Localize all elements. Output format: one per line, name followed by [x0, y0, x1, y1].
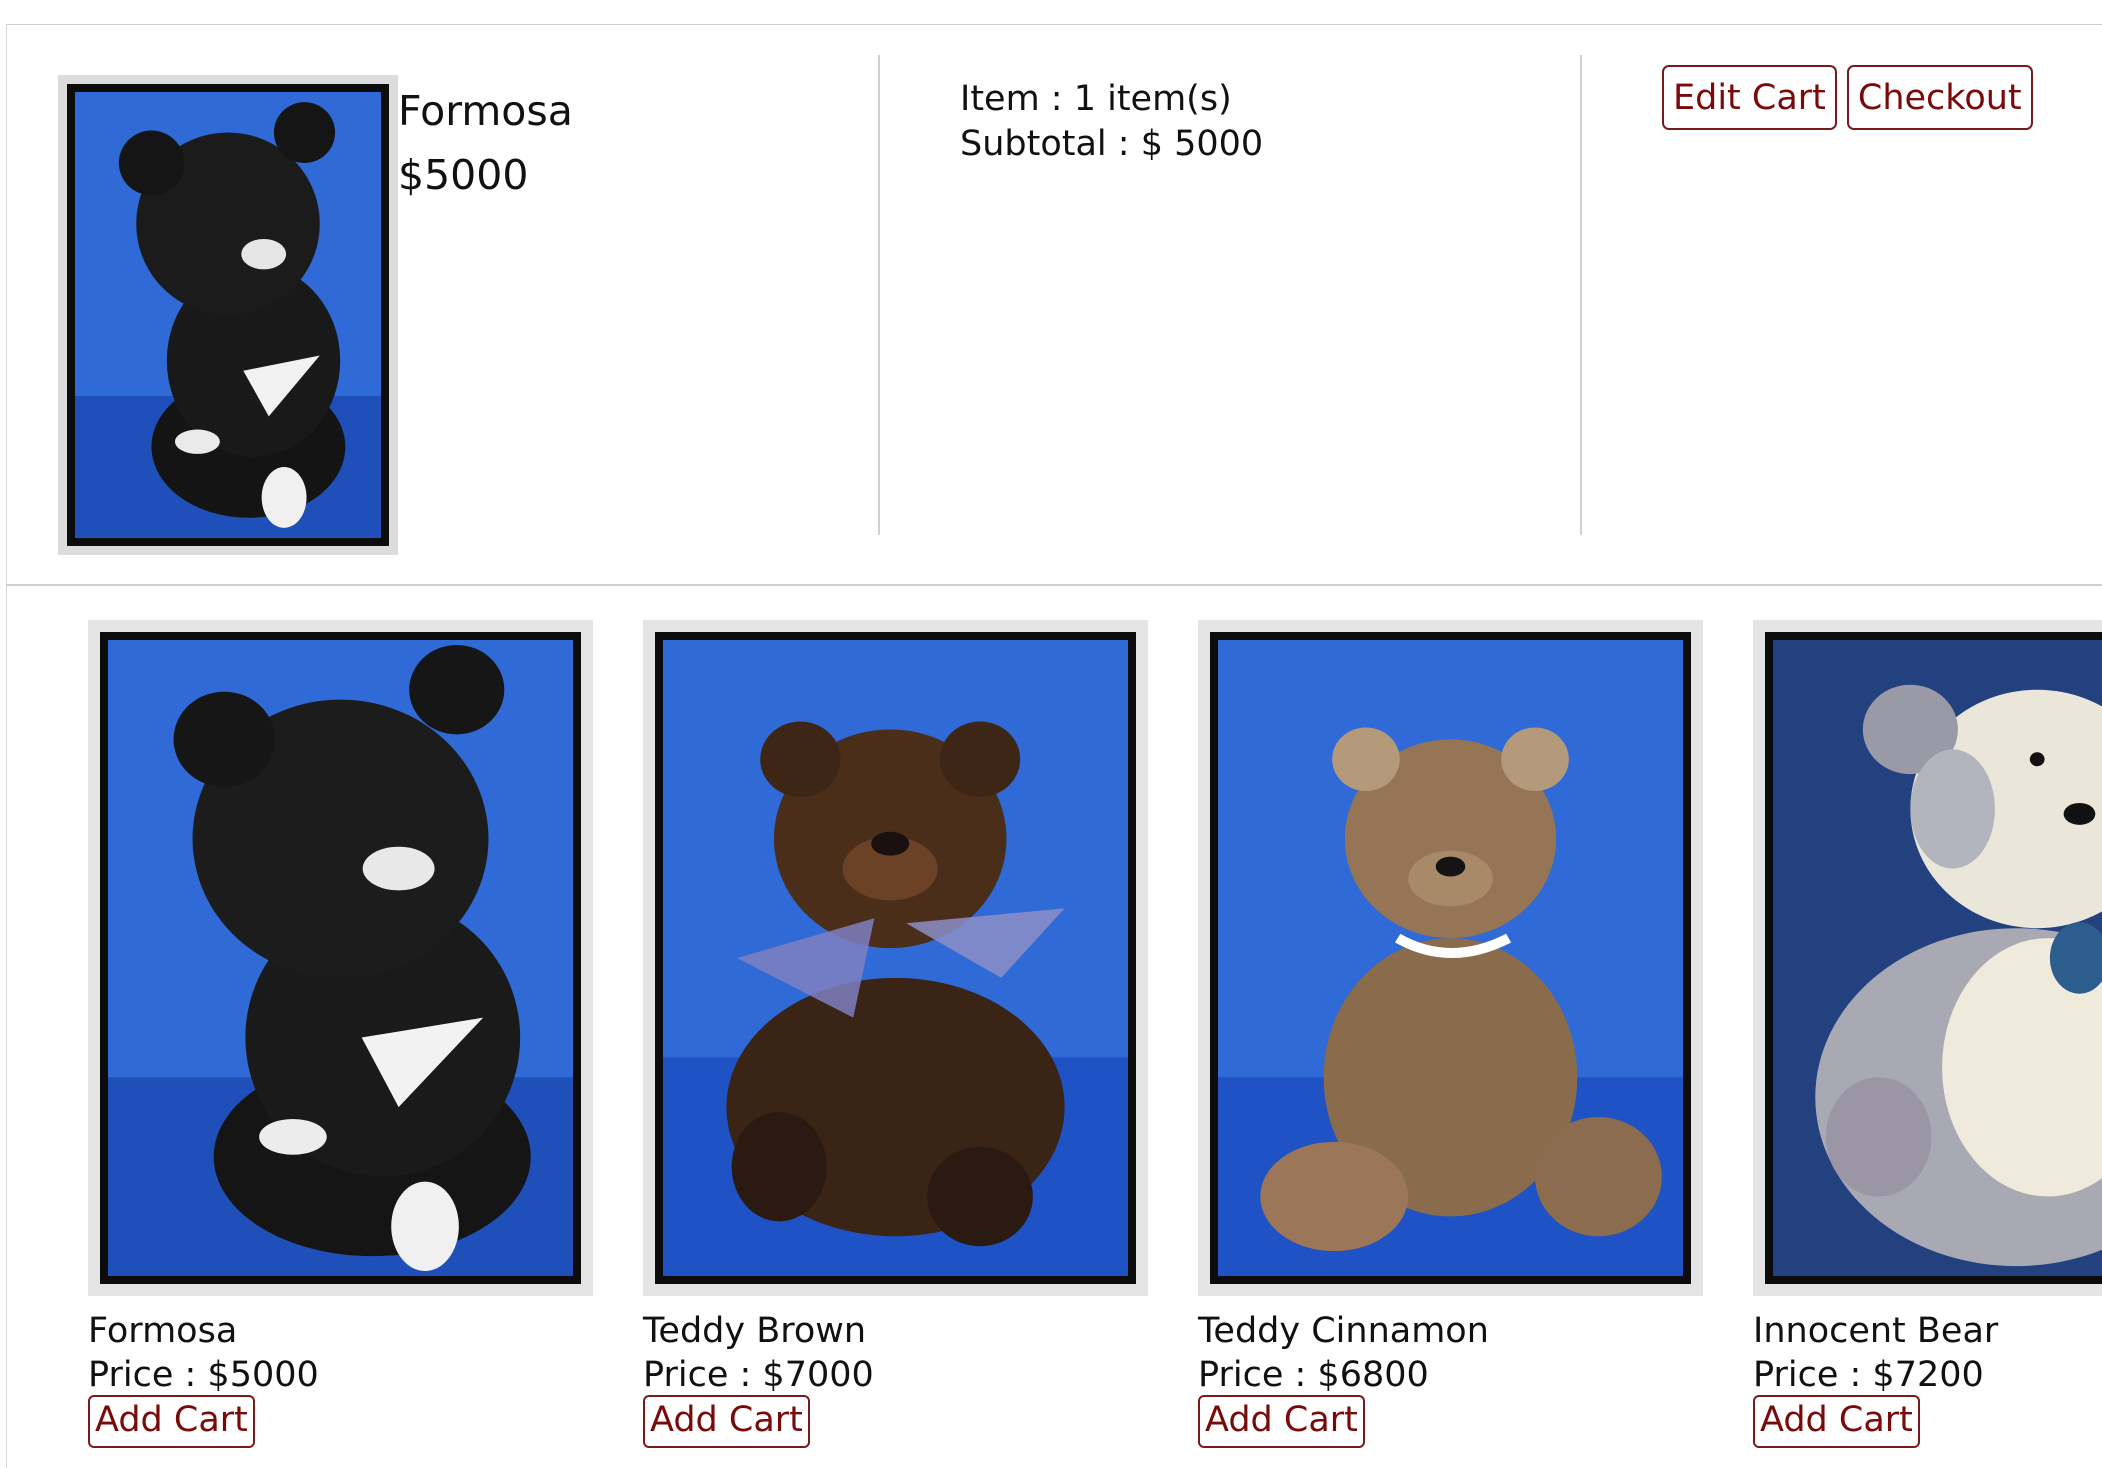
- column-divider: [1580, 55, 1582, 535]
- cart-actions: Edit Cart Checkout: [1662, 65, 2033, 130]
- photo-frame: [655, 632, 1136, 1284]
- product-card: Innocent Bear Price : $7200 Add Cart: [1753, 620, 2102, 1448]
- brown-bear-image: [663, 640, 1128, 1276]
- product-name[interactable]: Innocent Bear: [1753, 1309, 2102, 1353]
- grey-bear-image: [1773, 640, 2102, 1276]
- product-card: Formosa Price : $5000 Add Cart: [88, 620, 593, 1448]
- product-name[interactable]: Teddy Cinnamon: [1198, 1309, 1703, 1353]
- product-card: Teddy Brown Price : $7000 Add Cart: [643, 620, 1148, 1448]
- product-card: Teddy Cinnamon Price : $6800 Add Cart: [1198, 620, 1703, 1448]
- product-image[interactable]: [1753, 620, 2102, 1296]
- add-cart-button[interactable]: Add Cart: [1198, 1395, 1365, 1448]
- cart-product-name[interactable]: Formosa: [398, 87, 573, 135]
- product-price: Price : $7000: [643, 1355, 874, 1395]
- section-divider: [6, 584, 2102, 586]
- product-grid: Formosa Price : $5000 Add Cart Teddy Bro…: [0, 620, 2102, 1468]
- product-image[interactable]: [643, 620, 1148, 1296]
- edit-cart-button[interactable]: Edit Cart: [1662, 65, 1837, 130]
- product-price: Price : $6800: [1198, 1355, 1429, 1395]
- cart-totals: Item : 1 item(s) Subtotal : $ 5000: [960, 77, 1263, 167]
- tan-bear-image: [1218, 640, 1683, 1276]
- product-name[interactable]: Teddy Brown: [643, 1309, 1148, 1353]
- cart-product-price: $5000: [398, 151, 529, 199]
- cart-subtotal: Subtotal : $ 5000: [960, 124, 1264, 164]
- cart-item-count: Item : 1 item(s): [960, 79, 1232, 119]
- photo-frame: [1210, 632, 1691, 1284]
- checkout-button[interactable]: Checkout: [1846, 65, 2033, 130]
- add-cart-button[interactable]: Add Cart: [88, 1395, 255, 1448]
- black-bear-image: [108, 640, 573, 1276]
- product-image[interactable]: [1198, 620, 1703, 1296]
- product-price: Price : $5000: [88, 1355, 319, 1395]
- cart-summary: Formosa $5000 Item : 1 item(s) Subtotal …: [0, 25, 2102, 583]
- add-cart-button[interactable]: Add Cart: [1753, 1395, 1920, 1448]
- photo-frame: [1765, 632, 2102, 1284]
- cart-item-thumbnail[interactable]: [58, 75, 398, 555]
- photo-frame: [67, 84, 389, 546]
- black-bear-image: [75, 92, 381, 538]
- product-name[interactable]: Formosa: [88, 1309, 593, 1353]
- photo-frame: [100, 632, 581, 1284]
- column-divider: [878, 55, 880, 535]
- add-cart-button[interactable]: Add Cart: [643, 1395, 810, 1448]
- product-image[interactable]: [88, 620, 593, 1296]
- product-price: Price : $7200: [1753, 1355, 1984, 1395]
